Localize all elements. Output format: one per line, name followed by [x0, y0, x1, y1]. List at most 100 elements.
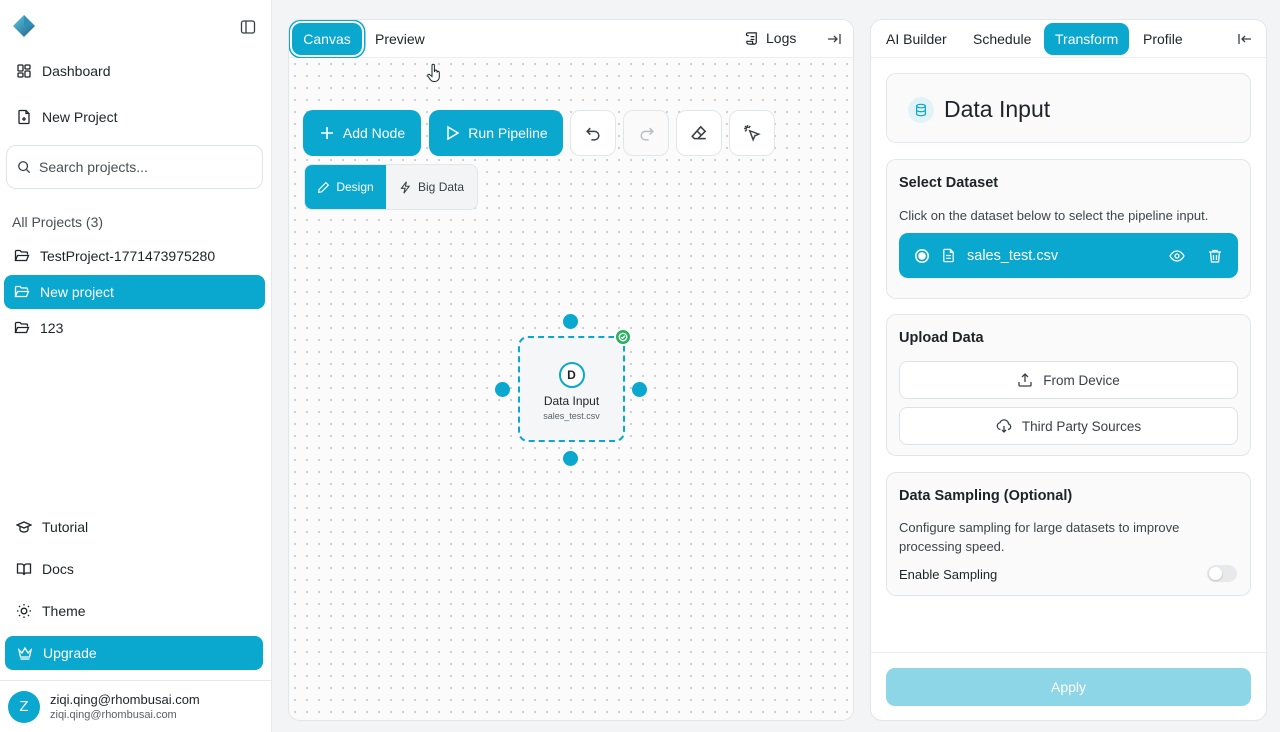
nav-tutorial-label: Tutorial — [42, 519, 89, 535]
design-mode-button[interactable]: Design — [305, 165, 387, 209]
play-icon — [447, 125, 460, 141]
sidebar: Dashboard New Project All Projects (3) T… — [0, 0, 272, 732]
upload-icon — [1018, 373, 1032, 387]
project-label: 123 — [40, 320, 64, 336]
project-label: TestProject-1771473975280 — [40, 248, 216, 264]
nav-new-project-label: New Project — [42, 109, 118, 125]
user-email: ziqi.qing@rhombusai.com — [50, 709, 177, 721]
nav-dashboard[interactable]: Dashboard — [4, 53, 266, 89]
folder-open-icon — [14, 285, 30, 298]
search-box — [6, 145, 263, 189]
book-icon — [16, 563, 32, 576]
nav-theme-label: Theme — [42, 603, 86, 619]
eraser-icon — [691, 125, 707, 140]
cloud-download-icon — [996, 419, 1012, 433]
upgrade-button[interactable]: Upgrade — [5, 636, 263, 670]
search-input[interactable] — [39, 159, 249, 175]
tab-ai-builder[interactable]: AI Builder — [886, 31, 947, 47]
data-sampling-card: Data Sampling (Optional) Configure sampl… — [886, 472, 1251, 596]
panel-title: Data Input — [944, 96, 1051, 122]
panel-footer: Apply — [871, 652, 1266, 720]
from-device-button[interactable]: From Device — [899, 361, 1238, 399]
trash-icon[interactable] — [1207, 248, 1223, 264]
nav-dashboard-label: Dashboard — [42, 63, 111, 79]
plus-icon — [320, 127, 333, 139]
dataset-item[interactable]: sales_test.csv — [899, 233, 1238, 278]
from-device-label: From Device — [1043, 372, 1120, 388]
project-label: New project — [40, 284, 114, 300]
enable-sampling-label: Enable Sampling — [899, 567, 998, 582]
run-pipeline-label: Run Pipeline — [468, 125, 548, 141]
sampling-description-line2: processing speed. — [899, 539, 1005, 554]
tab-schedule[interactable]: Schedule — [973, 31, 1031, 47]
undo-button[interactable] — [570, 110, 616, 156]
rhombus-logo-icon[interactable] — [12, 14, 36, 38]
radio-selected-icon[interactable] — [914, 248, 930, 264]
pencil-icon — [318, 181, 330, 193]
clear-canvas-button[interactable] — [676, 110, 722, 156]
upgrade-label: Upgrade — [43, 645, 97, 661]
auto-layout-button[interactable] — [729, 110, 775, 156]
canvas-tab-bar: Canvas Preview Logs — [289, 20, 853, 58]
nav-theme[interactable]: Theme — [4, 593, 266, 629]
project-item-123[interactable]: 123 — [4, 311, 265, 345]
dataset-name: sales_test.csv — [967, 247, 1059, 264]
project-item-testproject[interactable]: TestProject-1771473975280 — [4, 239, 265, 273]
nav-new-project[interactable]: New Project — [4, 99, 266, 135]
node-subtitle: sales_test.csv — [543, 411, 600, 421]
crown-icon — [17, 646, 33, 660]
upload-data-card: Upload Data From Device Third Party Sour… — [886, 314, 1251, 456]
third-party-sources-button[interactable]: Third Party Sources — [899, 407, 1238, 445]
tab-profile[interactable]: Profile — [1143, 31, 1183, 47]
node-title: Data Input — [543, 394, 600, 408]
graduation-cap-icon — [16, 521, 32, 533]
node-header-card: Data Input — [886, 73, 1251, 143]
enable-sampling-toggle[interactable] — [1207, 565, 1237, 582]
tab-canvas[interactable]: Canvas — [292, 23, 362, 55]
eye-icon[interactable] — [1169, 248, 1185, 264]
collapse-left-icon[interactable] — [1237, 31, 1253, 47]
pipeline-canvas[interactable]: Add Node Run Pipeline Design Big Data D … — [289, 58, 853, 720]
select-dataset-card: Select Dataset Click on the dataset belo… — [886, 159, 1251, 299]
search-icon — [18, 161, 31, 174]
magic-cursor-icon — [744, 125, 761, 142]
sampling-description-line1: Configure sampling for large datasets to… — [899, 520, 1180, 535]
node-handle-right[interactable] — [632, 382, 647, 397]
nav-docs-label: Docs — [42, 561, 74, 577]
hand-cursor-icon — [427, 63, 440, 82]
select-dataset-title: Select Dataset — [899, 175, 999, 191]
add-node-button[interactable]: Add Node — [303, 110, 421, 156]
tab-preview[interactable]: Preview — [375, 31, 425, 47]
properties-panel: AI Builder Schedule Transform Profile Da… — [870, 19, 1267, 721]
select-dataset-description: Click on the dataset below to select the… — [899, 208, 1209, 223]
tab-transform[interactable]: Transform — [1044, 23, 1130, 55]
apply-button[interactable]: Apply — [886, 668, 1251, 706]
add-node-label: Add Node — [342, 125, 406, 141]
avatar: Z — [8, 690, 40, 723]
data-input-node[interactable]: D Data Input sales_test.csv — [518, 336, 625, 442]
nav-tutorial[interactable]: Tutorial — [4, 509, 266, 545]
run-pipeline-button[interactable]: Run Pipeline — [429, 110, 563, 156]
node-type-badge: D — [558, 362, 585, 388]
project-item-new-project[interactable]: New project — [4, 275, 265, 309]
sidebar-toggle-icon[interactable] — [240, 19, 256, 35]
sun-icon — [17, 604, 31, 618]
scroll-log-icon — [745, 31, 757, 45]
big-data-mode-button[interactable]: Big Data — [386, 165, 477, 209]
new-file-icon — [18, 109, 30, 125]
node-handle-top[interactable] — [563, 314, 578, 329]
redo-button[interactable] — [623, 110, 669, 156]
lightning-icon — [400, 180, 411, 194]
redo-icon — [639, 127, 654, 141]
node-handle-bottom[interactable] — [563, 451, 578, 466]
user-profile[interactable]: Z ziqi.qing@rhombusai.com ziqi.qing@rhom… — [0, 680, 271, 732]
upload-data-title: Upload Data — [899, 330, 984, 346]
dashboard-icon — [17, 64, 31, 78]
panel-tab-bar: AI Builder Schedule Transform Profile — [871, 20, 1266, 58]
collapse-right-icon[interactable] — [826, 31, 842, 47]
nav-docs[interactable]: Docs — [4, 551, 266, 587]
node-handle-left[interactable] — [495, 382, 510, 397]
file-icon — [943, 248, 954, 263]
logs-button[interactable]: Logs — [745, 30, 796, 46]
mode-toggle: Design Big Data — [304, 164, 478, 210]
